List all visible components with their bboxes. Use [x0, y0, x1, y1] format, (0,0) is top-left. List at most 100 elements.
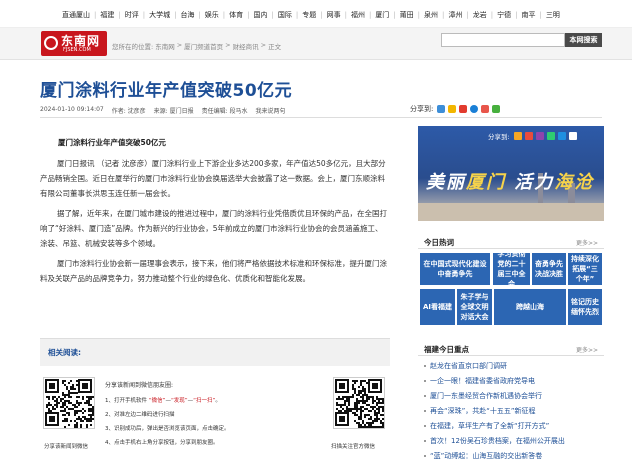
top-nav-link[interactable]: 南平: [521, 10, 535, 20]
hot-tile[interactable]: AI看福建: [420, 289, 455, 325]
top-nav-items: 直通厦山 | 福建 | 时评 | 大学城 | 台海 | 娱乐 | 体育 | 国内 | 国际 | 专题 | 网事 | 福州 | 厦…: [62, 10, 560, 20]
top-nav-link[interactable]: 时评: [125, 10, 139, 20]
related-reading-label: 相关阅读:: [48, 348, 81, 357]
search-button[interactable]: 本网搜索: [565, 33, 602, 47]
promo-step-2: 2、对准左边二维码进行扫描: [105, 412, 175, 418]
renren-share-icon[interactable]: [481, 105, 490, 113]
nav-separator: |: [515, 11, 518, 19]
official-wechat-qr-code: [333, 377, 385, 429]
article-meta: 2024-01-10 09:14:07 作者: 沈彦彦 来源: 厦门日报 责任编辑: …: [40, 106, 294, 115]
bullet-icon: [424, 365, 426, 367]
fujian-news-more-link[interactable]: 更多>>: [576, 345, 598, 354]
comment-link[interactable]: 我来说两句: [256, 106, 286, 115]
news-link[interactable]: 首次！12份吴石珍贵档案，在福州公开展出: [430, 436, 565, 446]
hot-tile[interactable]: 奋勇争先决战决胜: [532, 253, 566, 285]
logo-subtext: FJSEN.COM: [63, 47, 91, 53]
article-title: 厦门涂料行业年产值突破50亿元: [40, 81, 293, 101]
top-nav-link[interactable]: 体育: [229, 10, 243, 20]
breadcrumb-item[interactable]: 东南网: [155, 41, 175, 51]
meta-item: 2024-01-10 09:14:07: [40, 106, 104, 113]
breadcrumb-item[interactable]: 财经商讯: [233, 41, 259, 51]
nav-separator: |: [442, 11, 445, 19]
hot-tile[interactable]: 学习贯彻党的二十届三中全会: [493, 253, 530, 285]
top-nav-link[interactable]: 专题: [302, 10, 316, 20]
top-nav-link[interactable]: 漳州: [448, 10, 462, 20]
top-nav-link[interactable]: 国际: [278, 10, 292, 20]
nav-separator: |: [118, 11, 121, 19]
hot-tile[interactable]: 跨越山海: [494, 289, 566, 325]
pinterest-share-icon[interactable]: [470, 105, 479, 113]
top-nav-link[interactable]: 三明: [546, 10, 560, 20]
share-label: 分享到:: [410, 105, 434, 113]
share-qr-code: [43, 377, 95, 429]
article-body: 厦门涂料行业年产值突破50亿元 厦门日报讯 （记者 沈彦彦）厦门涂料行业上下游企…: [40, 125, 390, 291]
nav-separator: |: [539, 11, 542, 19]
news-link[interactable]: 一企一眼！福建省委省政府党导电: [430, 376, 535, 386]
nav-separator: |: [222, 11, 226, 19]
top-nav-link[interactable]: 福建: [100, 10, 114, 20]
top-nav-link[interactable]: 福州: [351, 10, 365, 20]
official-qr-caption: 扫描关注官方微信: [331, 444, 376, 450]
breadcrumb-separator: >: [176, 41, 183, 49]
top-nav-link[interactable]: 台海: [180, 10, 194, 20]
article-paragraph: 厦门市涂料行业协会新一届理事会表示，接下来，他们将严格依据技术标准和环保标准，提…: [40, 259, 387, 283]
fujian-news-header: 福建今日重点 更多>>: [418, 340, 604, 356]
banner-share-bar: 分享到:: [488, 131, 580, 141]
qzone-share-icon[interactable]: [513, 132, 522, 140]
news-link[interactable]: 赵龙在省直京口部门调研: [430, 361, 507, 371]
bullet-icon: [424, 380, 426, 382]
site-header: 东南网 FJSEN.COM 您所在的位置: 东南网 > 厦门频道首页 > 财经商讯 > 正文 …: [0, 28, 632, 60]
top-nav-link[interactable]: 国内: [254, 10, 268, 20]
nav-separator: |: [247, 11, 250, 19]
top-nav-link[interactable]: 泉州: [424, 10, 438, 20]
nav-separator: |: [174, 11, 177, 19]
wechat-share-icon[interactable]: [492, 105, 501, 113]
top-nav-link[interactable]: 直通厦山: [62, 10, 90, 20]
weibo-share-icon[interactable]: [459, 105, 468, 113]
hot-words-title: 今日热词: [424, 238, 454, 247]
qzone-share-icon[interactable]: [437, 105, 446, 113]
nav-separator: |: [417, 11, 421, 19]
news-link[interactable]: “蓝”动缚起：山海互融的交出新答卷: [430, 451, 542, 461]
hot-tile[interactable]: 持续深化拓展“三个年”: [568, 253, 602, 285]
bullet-icon: [424, 425, 426, 427]
news-link[interactable]: 在福建，草坪生产有了全新“打开方式”: [430, 421, 549, 431]
top-nav-link[interactable]: 大学城: [149, 10, 170, 20]
article-paragraph: 厦门日报讯 （记者 沈彦彦）厦门涂料行业上下游企业多达200多家，年产值达50多…: [40, 159, 386, 198]
hot-tile[interactable]: 朱子学与全球文明对话大会: [457, 289, 492, 325]
hot-words-more-link[interactable]: 更多>>: [576, 238, 598, 247]
haicang-banner[interactable]: 分享到: 美丽厦门 活力海沧: [418, 126, 604, 221]
hot-tile[interactable]: 铭记历史缅怀先烈: [568, 289, 602, 325]
top-nav-link[interactable]: 网事: [327, 10, 341, 20]
search-input[interactable]: [441, 33, 565, 47]
hot-words-header: 今日热词 更多>>: [418, 233, 604, 249]
breadcrumb-item[interactable]: 厦门频道首页: [184, 41, 223, 51]
tencent-share-icon[interactable]: [535, 132, 544, 140]
breadcrumb: 您所在的位置: 东南网 > 厦门频道首页 > 财经商讯 > 正文: [112, 41, 283, 51]
star-share-icon[interactable]: [448, 105, 457, 113]
douban-share-icon[interactable]: [557, 132, 566, 140]
share-bar: 分享到:: [410, 104, 503, 114]
hot-tile[interactable]: 在中国式现代化建设中奋勇争先: [420, 253, 490, 285]
top-nav-link[interactable]: 厦门: [375, 10, 389, 20]
bullet-icon: [424, 395, 426, 397]
nav-separator: |: [466, 11, 469, 19]
article-paragraph: 据了解，近年来，在厦门城市建设的推进过程中，厦门的涂料行业凭借质优且环保的产品，…: [40, 209, 387, 248]
top-nav-link[interactable]: 宁德: [497, 10, 511, 20]
breadcrumb-separator: >: [225, 41, 231, 49]
news-link[interactable]: 厦门一东墨经贸合作新机遇协会举行: [430, 391, 542, 401]
promo-step-4: 4、点击手机右上角分享按钮，分享到朋友圈。: [105, 440, 219, 446]
news-link[interactable]: 再会“深珠”，共赴“十五五”新征程: [430, 406, 536, 416]
skyline-graphic: [418, 203, 604, 221]
nav-separator: |: [344, 11, 347, 19]
renren-share-icon[interactable]: [546, 132, 555, 140]
top-nav-link[interactable]: 莆田: [400, 10, 414, 20]
banner-share-label: 分享到:: [488, 133, 510, 141]
more-share-icon[interactable]: [568, 132, 577, 140]
site-logo[interactable]: 东南网 FJSEN.COM: [41, 31, 107, 56]
nav-separator: |: [393, 11, 396, 19]
nav-separator: |: [198, 11, 201, 19]
weibo-share-icon[interactable]: [524, 132, 533, 140]
top-nav-link[interactable]: 娱乐: [205, 10, 219, 20]
top-nav-link[interactable]: 龙岩: [473, 10, 487, 20]
